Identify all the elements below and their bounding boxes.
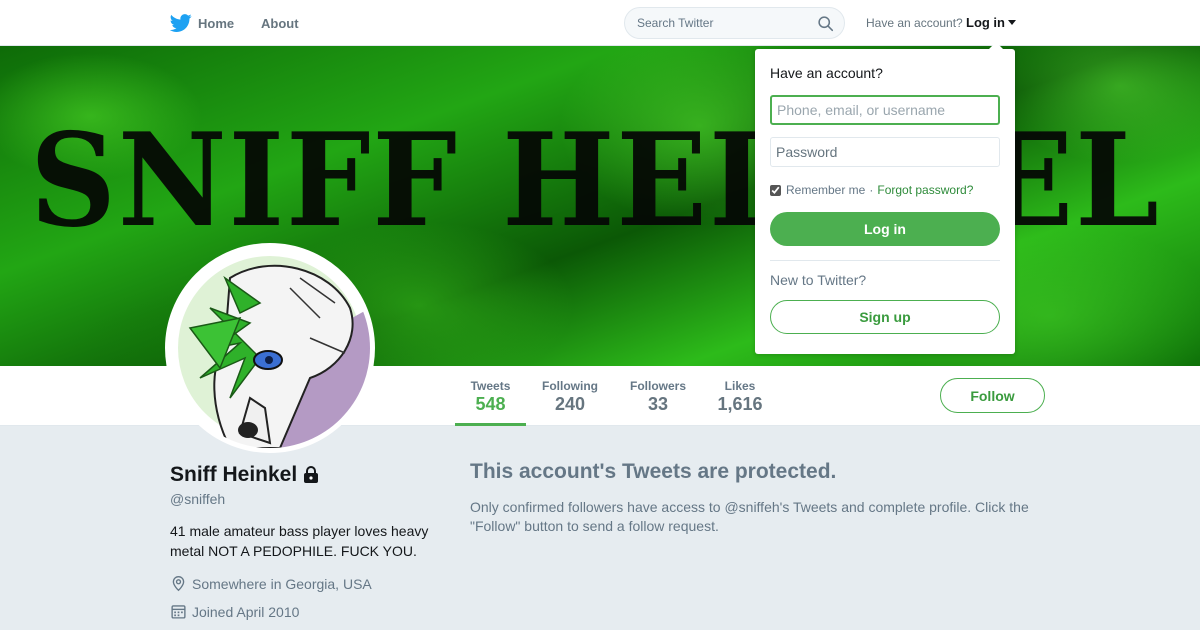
protected-title: This account's Tweets are protected. [470,460,837,483]
dropdown-divider [770,260,1000,261]
chevron-down-icon [1008,20,1016,25]
nav-home-link[interactable]: Home [170,12,234,34]
profile-location-text: Somewhere in Georgia, USA [192,575,372,592]
lock-icon [304,466,319,483]
forgot-password-link[interactable]: Forgot password? [877,183,973,197]
stat-followers[interactable]: Followers 33 [621,366,695,426]
top-nav: Home About Have an account? Log in [0,0,1200,46]
nav-home-label: Home [198,15,235,31]
protected-text: Only confirmed followers have access to … [470,499,1029,534]
login-button[interactable]: Log in [770,212,1000,246]
account-hint: Have an account? [866,16,963,30]
search-box [624,7,845,39]
login-dropdown: Have an account? Remember me · Forgot pa… [755,42,1015,354]
profile-name: Sniff Heinkel [170,463,320,487]
avatar[interactable] [165,243,375,453]
remember-me-label: Remember me [786,183,866,197]
stat-following[interactable]: Following 240 [535,366,605,426]
profile-bio: 41 male amateur bass player loves heavy … [170,523,429,559]
profile-location: Somewhere in Georgia, USA [170,575,372,592]
profile-joined: Joined April 2010 [170,603,299,620]
search-input[interactable] [637,15,807,31]
profile-joined-text: Joined April 2010 [192,603,300,620]
twitter-bird-icon [170,14,192,32]
map-pin-icon [172,576,185,592]
stat-likes[interactable]: Likes 1,616 [712,366,768,426]
follow-button[interactable]: Follow [940,378,1045,413]
stat-following-label: Following [542,379,598,393]
avatar-image [170,248,370,448]
stat-tweets[interactable]: Tweets 548 [455,366,526,426]
login-dropdown-heading: Have an account? [770,65,883,81]
remember-separator: · [869,183,874,197]
profile-name-text: Sniff Heinkel [170,463,298,486]
password-input[interactable] [770,137,1000,167]
nav-about-link[interactable]: About [261,16,299,31]
login-dropdown-toggle[interactable]: Log in [966,15,1016,30]
stat-likes-value: 1,616 [717,394,763,414]
stat-followers-label: Followers [629,379,686,393]
search-icon[interactable] [817,15,834,32]
username-input[interactable] [770,95,1000,125]
stat-likes-label: Likes [724,379,756,393]
login-toggle-label: Log in [966,15,1005,30]
remember-me-checkbox[interactable] [770,184,781,196]
remember-row: Remember me · Forgot password? [770,183,973,197]
stat-tweets-value: 548 [475,394,506,414]
stat-following-value: 240 [554,394,586,414]
profile-handle[interactable]: @sniffeh [170,491,225,507]
new-to-twitter-label: New to Twitter? [770,272,867,288]
stat-followers-value: 33 [647,394,669,414]
calendar-icon [171,605,186,619]
signup-button[interactable]: Sign up [770,300,1000,334]
stat-tweets-label: Tweets [470,379,511,393]
dropdown-arrow [988,42,1004,50]
